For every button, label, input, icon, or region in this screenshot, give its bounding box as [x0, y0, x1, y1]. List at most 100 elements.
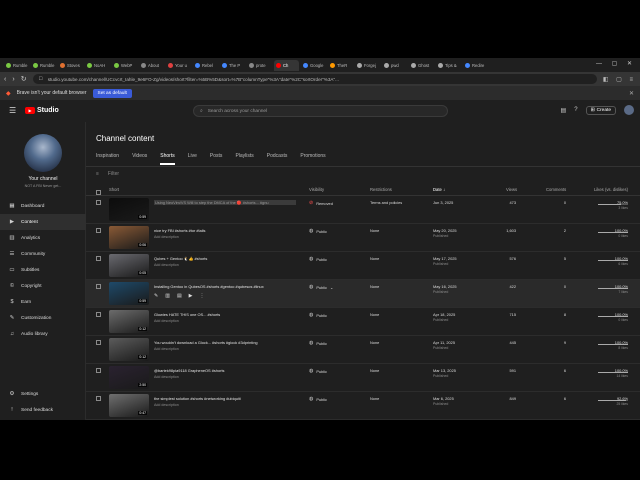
browser-tab[interactable]: NoAH — [85, 60, 110, 71]
video-thumbnail[interactable]: 0:06 — [109, 226, 149, 249]
browser-tab[interactable]: Tips & — [436, 60, 461, 71]
video-title[interactable]: the simplest solution #shorts #networkin… — [154, 396, 296, 401]
close-notice-icon[interactable]: ✕ — [629, 90, 634, 97]
column-likes[interactable]: Likes (vs. dislikes) — [594, 187, 628, 192]
browser-tab[interactable]: Forgej — [355, 60, 380, 71]
forward-icon[interactable]: › — [12, 76, 14, 83]
extensions-icon[interactable]: ◧ ▢ ≡ — [603, 76, 636, 83]
visibility-cell[interactable]: ◍ Public ⌄ — [309, 284, 333, 290]
tab-playlists[interactable]: Playlists — [235, 153, 253, 165]
menu-icon[interactable]: ☰ — [9, 106, 16, 115]
youtube-icon[interactable]: ▶ — [189, 293, 193, 299]
video-title[interactable]: @bartek98pla9118 GrapheneOS #shorts — [154, 368, 296, 373]
tab-inspiration[interactable]: Inspiration — [96, 153, 119, 165]
video-title[interactable]: Glowies HATE THIS one OS... #shorts — [154, 312, 296, 317]
table-row[interactable]: 0:47 the simplest solution #shorts #netwo… — [86, 392, 640, 420]
column-restrictions[interactable]: Restrictions — [370, 187, 392, 192]
messages-icon[interactable]: ▤ — [561, 107, 567, 114]
edit-icon[interactable]: ✎ — [154, 293, 158, 299]
video-thumbnail[interactable]: 0:59 — [109, 198, 149, 221]
tab-podcasts[interactable]: Podcasts — [267, 153, 288, 165]
video-thumbnail[interactable]: 0:12 — [109, 338, 149, 361]
video-title[interactable]: Qubes + Gentoo 🐧👍 #shorts — [154, 256, 296, 261]
browser-tab[interactable]: The P — [220, 60, 245, 71]
video-title[interactable]: nice try FBI #shorts #tor #tails — [154, 228, 296, 233]
more-options-icon[interactable]: ⋮ — [200, 293, 205, 299]
sidebar-item-content[interactable]: ▶ Content — [0, 214, 86, 230]
address-bar[interactable]: ☐ studio.youtube.com/channel/UCcvcrt_Iah… — [32, 74, 597, 84]
sidebar-item-earn[interactable]: $ Earn — [0, 294, 86, 310]
tab-posts[interactable]: Posts — [210, 153, 223, 165]
chevron-down-icon[interactable]: ⌄ — [330, 285, 333, 290]
browser-tab[interactable]: Rumble — [4, 60, 29, 71]
tab-live[interactable]: Live — [188, 153, 197, 165]
row-checkbox[interactable] — [96, 200, 101, 205]
back-icon[interactable]: ‹ — [4, 76, 6, 83]
browser-tab[interactable]: Stoves — [58, 60, 83, 71]
table-row[interactable]: 0:05 Qubes + Gentoo 🐧👍 #shorts Add descrip… — [86, 252, 640, 280]
filter-bar[interactable]: ≡ Filter — [96, 171, 119, 177]
help-icon[interactable]: ? — [574, 107, 577, 113]
sidebar-item-community[interactable]: ☰ Community — [0, 246, 86, 262]
row-checkbox[interactable] — [96, 284, 101, 289]
column-visibility[interactable]: Visibility — [309, 187, 324, 192]
browser-tab[interactable]: pwd — [382, 60, 407, 71]
browser-tab[interactable]: Ghost — [409, 60, 434, 71]
table-row[interactable]: 0:59 Installing Gentoo in QubesOS #shorts… — [86, 280, 640, 308]
visibility-cell[interactable]: ◍ Public — [309, 368, 327, 374]
video-thumbnail[interactable]: 0:47 — [109, 394, 149, 417]
column-views[interactable]: Views — [506, 187, 517, 192]
video-title[interactable]: Using NeoVim/VS Will to step the DMCA of… — [154, 200, 296, 205]
visibility-cell[interactable]: ◍ Public — [309, 228, 327, 234]
browser-tab[interactable]: About — [139, 60, 164, 71]
browser-tab[interactable]: Redire — [463, 60, 488, 71]
tab-videos[interactable]: Videos — [132, 153, 147, 165]
row-checkbox[interactable] — [96, 228, 101, 233]
window-controls[interactable]: — ▢ ✕ — [596, 60, 636, 67]
browser-tab[interactable]: prote — [247, 60, 272, 71]
row-checkbox[interactable] — [96, 396, 101, 401]
table-row[interactable]: 0:59 Using NeoVim/VS Will to step the DMC… — [86, 196, 640, 224]
visibility-cell[interactable]: ◍ Public — [309, 256, 327, 262]
video-title[interactable]: You wouldn't download a Glock... #shorts… — [154, 340, 296, 345]
browser-tab[interactable]: Rebel — [193, 60, 218, 71]
video-thumbnail[interactable]: 0:05 — [109, 254, 149, 277]
video-thumbnail[interactable]: 2:50 — [109, 366, 149, 389]
row-checkbox[interactable] — [96, 340, 101, 345]
visibility-cell[interactable]: ◍ Public — [309, 312, 327, 318]
sidebar-item-analytics[interactable]: ▥ Analytics — [0, 230, 86, 246]
account-avatar[interactable] — [624, 105, 634, 115]
visibility-cell[interactable]: ⊘ Removed — [309, 200, 333, 206]
browser-tab[interactable]: Your u — [166, 60, 191, 71]
browser-tab[interactable]: Google — [301, 60, 326, 71]
table-row[interactable]: 2:50 @bartek98pla9118 GrapheneOS #shorts A… — [86, 364, 640, 392]
row-checkbox[interactable] — [96, 368, 101, 373]
channel-search-input[interactable]: ⌕ Search across your channel — [193, 105, 448, 117]
row-checkbox[interactable] — [96, 256, 101, 261]
sidebar-item-subtitles[interactable]: ▭ Subtitles — [0, 262, 86, 278]
sidebar-item-send-feedback[interactable]: ! Send feedback — [0, 402, 86, 418]
sidebar-item-dashboard[interactable]: ▦ Dashboard — [0, 198, 86, 214]
browser-tab[interactable]: Rumble — [31, 60, 56, 71]
sidebar-item-copyright[interactable]: © Copyright — [0, 278, 86, 294]
tab-shorts[interactable]: Shorts — [160, 153, 175, 165]
table-row[interactable]: 0:06 nice try FBI #shorts #tor #tails Add … — [86, 224, 640, 252]
table-row[interactable]: 0:12 You wouldn't download a Glock... #sh… — [86, 336, 640, 364]
bookmark-icon[interactable]: ☐ — [39, 76, 43, 82]
sidebar-item-settings[interactable]: ⚙ Settings — [0, 386, 86, 402]
tab-promotions[interactable]: Promotions — [300, 153, 325, 165]
row-checkbox[interactable] — [96, 312, 101, 317]
reload-icon[interactable]: ↻ — [21, 75, 27, 83]
channel-avatar[interactable] — [24, 134, 62, 172]
browser-tab[interactable]: Ch — [274, 59, 299, 71]
create-button[interactable]: ⊞ Create — [585, 105, 616, 115]
column-date[interactable]: Date ↓ — [433, 187, 445, 192]
browser-tab[interactable]: TheR — [328, 60, 353, 71]
sidebar-item-audio-library[interactable]: ♫ Audio library — [0, 326, 86, 342]
visibility-cell[interactable]: ◍ Public — [309, 396, 327, 402]
table-row[interactable]: 0:12 Glowies HATE THIS one OS... #shorts A… — [86, 308, 640, 336]
video-thumbnail[interactable]: 0:59 — [109, 282, 149, 305]
sidebar-item-customization[interactable]: ✎ Customization — [0, 310, 86, 326]
set-default-button[interactable]: Set as default — [92, 88, 132, 98]
column-comments[interactable]: Comments — [546, 187, 566, 192]
